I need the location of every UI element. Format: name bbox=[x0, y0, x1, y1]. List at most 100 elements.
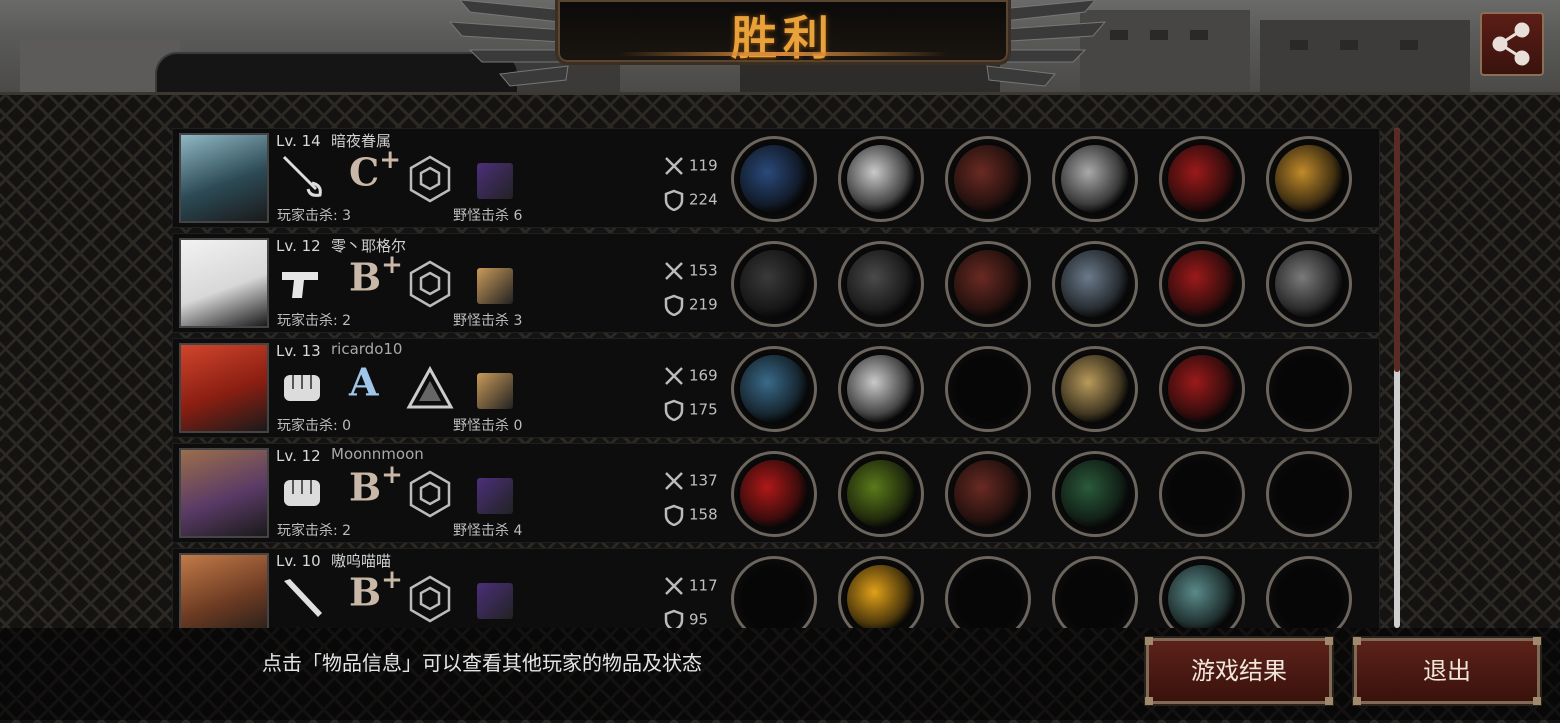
triangle-emblem-icon bbox=[405, 363, 455, 413]
cloak-icon bbox=[954, 565, 1022, 628]
item-slot-empty[interactable] bbox=[1266, 346, 1352, 432]
page-title: 胜利 bbox=[731, 11, 835, 65]
item-slot-hard-hat[interactable] bbox=[838, 556, 924, 628]
game-result-label: 游戏结果 bbox=[1191, 657, 1287, 685]
sneakers-icon bbox=[1168, 565, 1236, 628]
defense-stat: 224 bbox=[663, 189, 718, 211]
left-wing-ornament bbox=[448, 0, 569, 87]
player-name: Moonnmoon bbox=[331, 445, 424, 463]
item-slot-armor[interactable] bbox=[945, 451, 1031, 537]
item-slot-empty[interactable] bbox=[1266, 556, 1352, 628]
crossed-swords-icon bbox=[665, 577, 683, 595]
shield-icon bbox=[1061, 355, 1129, 423]
player-level: Lv. 12 bbox=[276, 237, 321, 255]
share-button[interactable] bbox=[1480, 12, 1544, 76]
pet-icon bbox=[477, 478, 513, 514]
avatar[interactable] bbox=[179, 238, 269, 328]
player-kills: 玩家击杀: 2 bbox=[277, 313, 352, 329]
item-slot-empty[interactable] bbox=[1266, 451, 1352, 537]
item-slot-empty[interactable] bbox=[1159, 451, 1245, 537]
defense-stat: 95 bbox=[663, 609, 708, 628]
item-slot-armor[interactable] bbox=[945, 241, 1031, 327]
armor-icon bbox=[954, 250, 1022, 318]
item-slot-mask[interactable] bbox=[838, 136, 924, 222]
item-slot-sneakers[interactable] bbox=[1159, 556, 1245, 628]
defense-stat: 219 bbox=[663, 294, 718, 316]
item-slot-heels[interactable] bbox=[1159, 136, 1245, 222]
monster-kills: 野怪击杀 6 bbox=[453, 208, 523, 224]
item-slot-chef-hat[interactable] bbox=[731, 556, 817, 628]
item-slot-cloak[interactable] bbox=[945, 556, 1031, 628]
helmet-icon bbox=[847, 250, 915, 318]
player-row[interactable]: Lv. 10嗷呜喵喵B+玩家击杀野怪击杀11795 bbox=[172, 548, 1380, 628]
shield-icon bbox=[664, 189, 684, 211]
item-slot-laurel[interactable] bbox=[838, 451, 924, 537]
defense-stat: 175 bbox=[663, 399, 718, 421]
item-slot-watch[interactable] bbox=[1052, 241, 1138, 327]
shield-icon bbox=[664, 294, 684, 316]
mask-icon bbox=[847, 355, 915, 423]
sniper-rifle-icon bbox=[740, 250, 808, 318]
game-result-button[interactable]: 游戏结果 bbox=[1145, 637, 1333, 705]
rank-grade: C+ bbox=[349, 145, 402, 195]
rank-grade: B+ bbox=[349, 460, 403, 510]
item-slot-cloak[interactable] bbox=[945, 346, 1031, 432]
hexagon-emblem-icon bbox=[405, 573, 455, 623]
item-slot-heels[interactable] bbox=[1159, 241, 1245, 327]
pet-icon bbox=[477, 268, 513, 304]
attack-stat: 119 bbox=[663, 155, 718, 177]
crossed-swords-icon bbox=[665, 367, 683, 385]
item-slot-gauntlet[interactable] bbox=[1052, 136, 1138, 222]
hexagon-emblem-icon bbox=[405, 258, 455, 308]
attack-stat: 137 bbox=[663, 470, 718, 492]
player-level: Lv. 10 bbox=[276, 552, 321, 570]
hint-text: 点击「物品信息」可以查看其他玩家的物品及状态 bbox=[262, 651, 702, 675]
item-slot-earrings[interactable] bbox=[1266, 136, 1352, 222]
armor-icon bbox=[954, 145, 1022, 213]
item-slot-mask[interactable] bbox=[838, 346, 924, 432]
player-row[interactable]: Lv. 12 零丶耶格尔 B+ 玩家击杀: 2 野怪击杀 3 153 219 bbox=[172, 233, 1380, 333]
mask-icon bbox=[847, 145, 915, 213]
hard-hat-icon bbox=[847, 565, 915, 628]
avatar[interactable] bbox=[179, 133, 269, 223]
player-row[interactable]: Lv. 13 ricardo10 A 玩家击杀: 0 野怪击杀 0 169 175 bbox=[172, 338, 1380, 438]
exit-button[interactable]: 退出 bbox=[1353, 637, 1541, 705]
player-level: Lv. 13 bbox=[276, 342, 321, 360]
item-slot-armor[interactable] bbox=[945, 136, 1031, 222]
scrollbar-thumb[interactable] bbox=[1394, 128, 1400, 372]
item-slot-helmet[interactable] bbox=[838, 241, 924, 327]
heels-icon bbox=[1168, 355, 1236, 423]
pet-icon bbox=[477, 583, 513, 619]
player-kills: 玩家击杀: 2 bbox=[277, 523, 352, 539]
laurel-icon bbox=[847, 460, 915, 528]
shield-icon bbox=[664, 504, 684, 526]
crossed-swords-icon bbox=[665, 157, 683, 175]
rank-grade: B+ bbox=[349, 250, 403, 300]
player-row[interactable]: Lv. 12 Moonnmoon B+ 玩家击杀: 2 野怪击杀 4 137 158 bbox=[172, 443, 1380, 543]
monster-kills: 野怪击杀 4 bbox=[453, 523, 523, 539]
chef-hat-icon bbox=[740, 565, 808, 628]
heels-icon bbox=[1168, 250, 1236, 318]
player-list[interactable]: Lv. 14 暗夜眷属 C+ 玩家击杀: 3 野怪击杀 6 119 224 Lv. 12 零丶耶… bbox=[172, 128, 1384, 628]
player-row[interactable]: Lv. 14 暗夜眷属 C+ 玩家击杀: 3 野怪击杀 6 119 224 bbox=[172, 128, 1380, 228]
bracer-icon bbox=[1275, 250, 1343, 318]
pistol-icon bbox=[278, 258, 328, 306]
player-list-scrollbar[interactable] bbox=[1394, 128, 1400, 628]
item-slot-bracer[interactable] bbox=[1266, 241, 1352, 327]
rank-grade: B+ bbox=[349, 565, 403, 615]
fist-icon bbox=[278, 363, 328, 411]
item-slot-red-claw[interactable] bbox=[731, 451, 817, 537]
item-slot-shield[interactable] bbox=[1052, 346, 1138, 432]
crossed-swords-icon bbox=[665, 262, 683, 280]
avatar[interactable] bbox=[179, 553, 269, 628]
item-slot-radar[interactable] bbox=[1052, 451, 1138, 537]
item-slot-heels[interactable] bbox=[1159, 346, 1245, 432]
avatar[interactable] bbox=[179, 448, 269, 538]
avatar[interactable] bbox=[179, 343, 269, 433]
item-slot-sniper-rifle[interactable] bbox=[731, 241, 817, 327]
item-slot-claw[interactable] bbox=[731, 346, 817, 432]
item-slot-trident[interactable] bbox=[731, 136, 817, 222]
red-claw-icon bbox=[740, 460, 808, 528]
item-slot-empty[interactable] bbox=[1052, 556, 1138, 628]
rapier-icon bbox=[278, 153, 328, 201]
